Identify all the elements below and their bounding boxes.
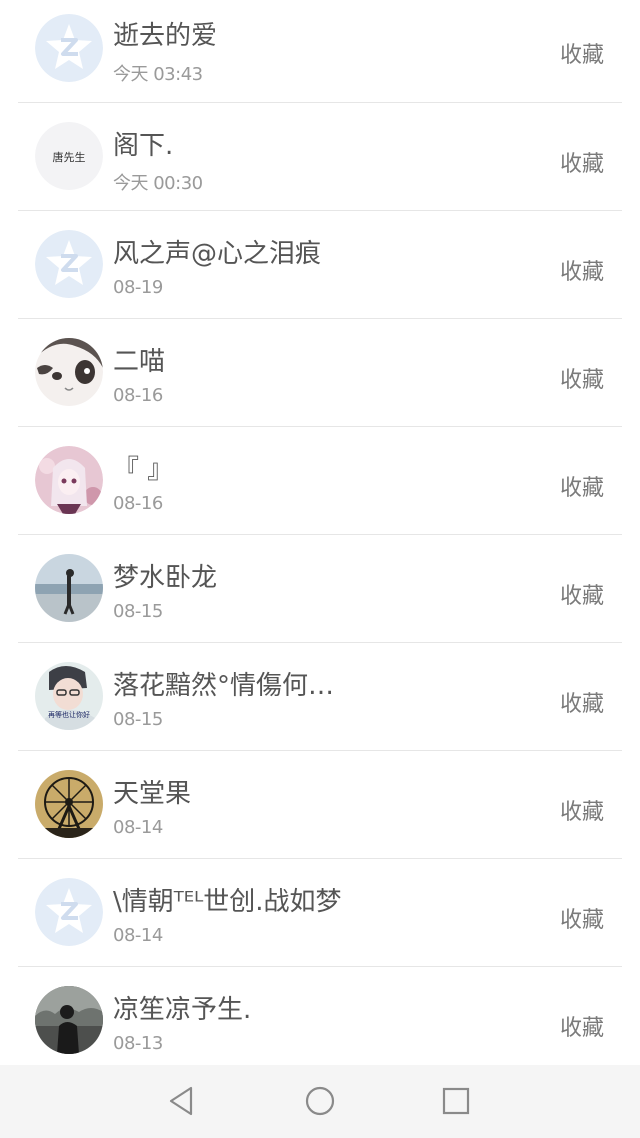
contact-name: 『 』 (113, 455, 174, 485)
contact-time: 08-16 (113, 493, 163, 514)
avatar[interactable] (35, 554, 103, 622)
anime-girl-photo (35, 446, 103, 514)
contact-name: 梦水卧龙 (113, 563, 218, 593)
beach-person-photo (35, 554, 103, 622)
qzone-star-icon (35, 230, 103, 298)
contact-time: 08-14 (113, 817, 163, 838)
favorite-button[interactable]: 收藏 (560, 902, 604, 934)
home-circle-icon (305, 1086, 335, 1116)
list-item[interactable]: 梦水卧龙 08-15 收藏 (0, 535, 640, 643)
screen: 逝去的爱 今天 03:43 收藏 唐先生 阁下. 今天 00:30 收藏 风之声… (0, 0, 640, 1138)
list-item[interactable]: \情朝ᵀᴱᴸ世创.战如梦 08-14 收藏 (0, 859, 640, 967)
text-avatar: 唐先生 (35, 122, 103, 190)
avatar[interactable]: 唐先生 (35, 122, 103, 190)
avatar[interactable] (35, 446, 103, 514)
contact-name: 逝去的爱 (113, 21, 218, 51)
contact-time: 08-14 (113, 925, 163, 946)
favorite-button[interactable]: 收藏 (560, 578, 604, 610)
favorite-button[interactable]: 收藏 (560, 1010, 604, 1042)
list-item[interactable]: 二喵 08-16 收藏 (0, 319, 640, 427)
favorite-button[interactable]: 收藏 (560, 254, 604, 286)
contact-name: 阁下. (113, 131, 174, 161)
dark-person-photo (35, 986, 103, 1054)
back-triangle-icon (169, 1086, 193, 1116)
contact-time: 08-15 (113, 709, 163, 730)
contact-name: \情朝ᵀᴱᴸ世创.战如梦 (113, 887, 342, 917)
contact-time: 今天 03:43 (113, 64, 203, 85)
contact-time: 08-13 (113, 1033, 163, 1054)
cat-photo (35, 338, 103, 406)
favorite-button[interactable]: 收藏 (560, 470, 604, 502)
favorite-button[interactable]: 收藏 (560, 146, 604, 178)
back-button[interactable] (163, 1081, 203, 1121)
contact-time: 08-16 (113, 385, 163, 406)
favorite-button[interactable]: 收藏 (560, 794, 604, 826)
recent-apps-button[interactable] (436, 1081, 476, 1121)
avatar[interactable] (35, 230, 103, 298)
list-item[interactable]: 『 』 08-16 收藏 (0, 427, 640, 535)
recent-square-icon (442, 1087, 470, 1115)
list-item[interactable]: 风之声@心之泪痕 08-19 收藏 (0, 211, 640, 319)
contact-time: 08-19 (113, 277, 163, 298)
qzone-star-icon (35, 878, 103, 946)
avatar-text: 唐先生 (53, 150, 86, 164)
home-button[interactable] (300, 1081, 340, 1121)
qzone-star-icon (35, 14, 103, 82)
avatar[interactable] (35, 14, 103, 82)
contact-name: 凉笙凉予生. (113, 995, 252, 1025)
contact-name: 二喵 (113, 347, 166, 377)
list-item[interactable]: 天堂果 08-14 收藏 (0, 751, 640, 859)
list-item[interactable]: 唐先生 阁下. 今天 00:30 收藏 (0, 103, 640, 211)
contact-time: 今天 00:30 (113, 173, 203, 194)
contact-name: 落花黯然°情傷何… (113, 671, 335, 701)
favorite-button[interactable]: 收藏 (560, 362, 604, 394)
person-with-caption-photo: 再等也让你好 (35, 662, 103, 730)
contact-list[interactable]: 逝去的爱 今天 03:43 收藏 唐先生 阁下. 今天 00:30 收藏 风之声… (0, 0, 640, 1065)
avatar[interactable] (35, 986, 103, 1054)
avatar-caption: 再等也让你好 (48, 710, 90, 719)
favorite-button[interactable]: 收藏 (560, 37, 604, 69)
contact-name: 天堂果 (113, 779, 192, 809)
avatar[interactable] (35, 770, 103, 838)
contact-name: 风之声@心之泪痕 (113, 239, 322, 269)
contact-time: 08-15 (113, 601, 163, 622)
favorite-button[interactable]: 收藏 (560, 686, 604, 718)
avatar[interactable] (35, 338, 103, 406)
list-item[interactable]: 凉笙凉予生. 08-13 收藏 (0, 967, 640, 1065)
list-item[interactable]: 逝去的爱 今天 03:43 收藏 (0, 0, 640, 103)
navigation-bar (0, 1065, 640, 1138)
list-item[interactable]: 再等也让你好 落花黯然°情傷何… 08-15 收藏 (0, 643, 640, 751)
avatar[interactable]: 再等也让你好 (35, 662, 103, 730)
ferris-wheel-photo (35, 770, 103, 838)
avatar[interactable] (35, 878, 103, 946)
